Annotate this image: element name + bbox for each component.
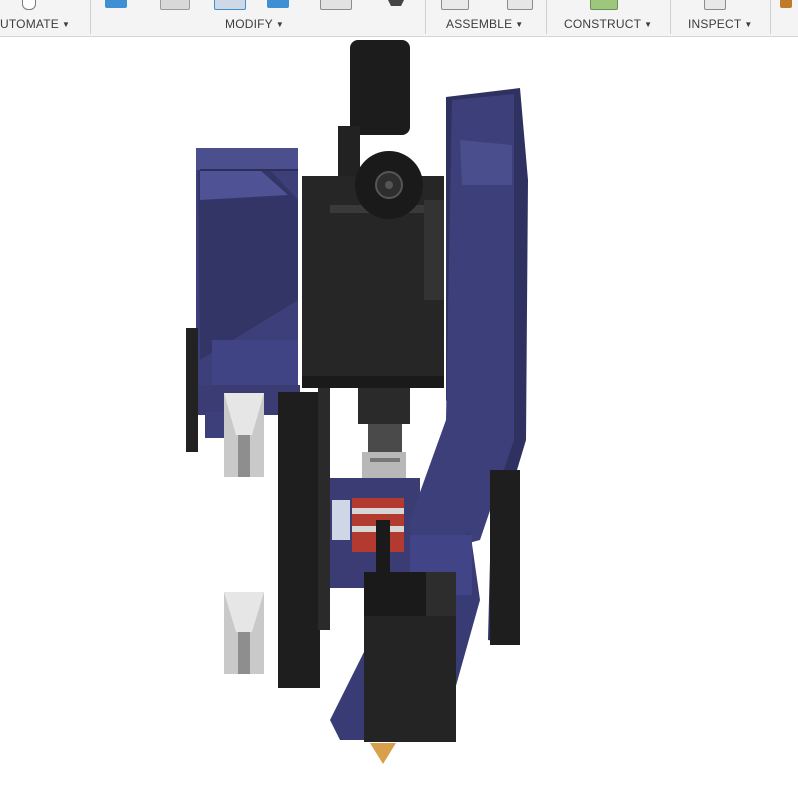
- hotend-heatsink: [358, 388, 410, 478]
- toolbar-separator: [770, 0, 771, 34]
- offset-plane-icon[interactable]: [590, 0, 618, 10]
- toolbar-separator: [546, 0, 547, 34]
- automate-icon[interactable]: [22, 0, 36, 10]
- chevron-down-icon: ▼: [275, 20, 284, 29]
- assemble-menu-label: ASSEMBLE: [446, 17, 513, 31]
- combine-icon[interactable]: [320, 0, 352, 10]
- toolbar-separator: [90, 0, 91, 34]
- carriage-plate: [278, 392, 320, 688]
- toolbar-group-assemble: ASSEMBLE ▼: [427, 0, 545, 36]
- toolbar-separator: [670, 0, 671, 34]
- chevron-down-icon: ▼: [744, 20, 753, 29]
- toolbar: UTOMATE ▼ MODIFY ▼ ASSEMBLE ▼ CONSTRUCT ▼: [0, 0, 798, 37]
- toolbar-group-inspect: INSPECT ▼: [672, 0, 768, 36]
- toolbar-group-modify: MODIFY ▼: [92, 0, 422, 36]
- modify-menu-label: MODIFY: [225, 17, 273, 31]
- inspect-menu-button[interactable]: INSPECT ▼: [688, 17, 753, 31]
- nozzle: [370, 743, 396, 764]
- insert-icon[interactable]: [780, 0, 792, 8]
- joint-icon[interactable]: [507, 0, 533, 10]
- toolbar-group-construct: CONSTRUCT ▼: [548, 0, 668, 36]
- v-wheel-lower: [224, 592, 264, 674]
- chamfer-icon[interactable]: [214, 0, 246, 10]
- chevron-down-icon: ▼: [515, 20, 524, 29]
- automate-menu-button[interactable]: UTOMATE ▼: [0, 17, 70, 31]
- assemble-menu-button[interactable]: ASSEMBLE ▼: [446, 17, 523, 31]
- chevron-down-icon: ▼: [61, 20, 71, 29]
- inspect-menu-label: INSPECT: [688, 17, 742, 31]
- automate-menu-label: UTOMATE: [0, 17, 59, 31]
- measure-icon[interactable]: [704, 0, 726, 10]
- press-pull-icon[interactable]: [105, 0, 127, 8]
- construct-menu-button[interactable]: CONSTRUCT ▼: [564, 17, 652, 31]
- toolbar-group-automate: UTOMATE ▼: [0, 0, 88, 36]
- heater-block: [330, 478, 420, 588]
- part-cooling-fan: [364, 572, 456, 742]
- move-icon[interactable]: [386, 0, 406, 16]
- shell-icon[interactable]: [267, 0, 289, 8]
- toolbar-separator: [425, 0, 426, 34]
- chevron-down-icon: ▼: [644, 20, 653, 29]
- construct-menu-label: CONSTRUCT: [564, 17, 642, 31]
- modify-menu-button[interactable]: MODIFY ▼: [225, 17, 284, 31]
- model-render: [186, 40, 528, 764]
- v-wheel-upper: [224, 393, 264, 477]
- canvas-viewport[interactable]: [0, 37, 798, 798]
- fillet-icon[interactable]: [160, 0, 190, 10]
- extruder-knob: [355, 151, 423, 219]
- new-component-icon[interactable]: [441, 0, 469, 10]
